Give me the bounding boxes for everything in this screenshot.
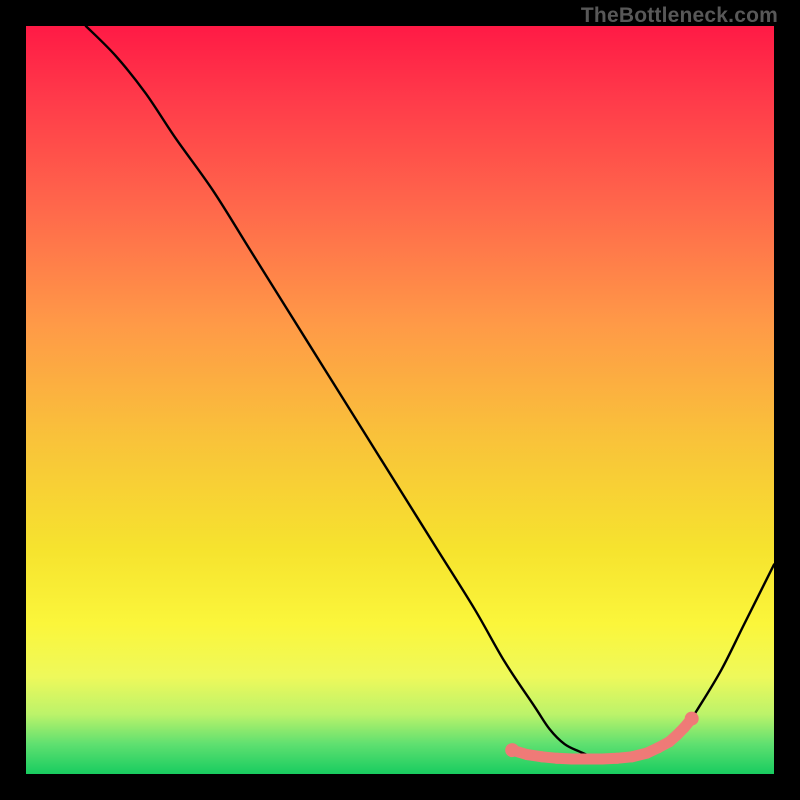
bottleneck-curve bbox=[86, 26, 774, 759]
highlight-dot bbox=[505, 743, 519, 757]
highlight-markers bbox=[505, 712, 699, 765]
highlight-dot bbox=[537, 751, 548, 762]
curve-layer bbox=[26, 26, 774, 774]
highlight-dot bbox=[611, 753, 622, 764]
plot-area bbox=[26, 26, 774, 774]
highlight-dot bbox=[679, 722, 690, 733]
highlight-dot bbox=[522, 749, 533, 760]
highlight-dot bbox=[685, 712, 699, 726]
highlight-dot bbox=[664, 736, 675, 747]
highlight-dot bbox=[597, 754, 608, 765]
attribution-watermark: TheBottleneck.com bbox=[581, 4, 778, 28]
highlight-dot bbox=[671, 730, 682, 741]
highlight-dot bbox=[582, 754, 593, 765]
highlight-dot bbox=[552, 753, 563, 764]
highlight-dot bbox=[626, 751, 637, 762]
highlight-dot bbox=[567, 754, 578, 765]
highlight-dot bbox=[641, 748, 652, 759]
highlight-dot bbox=[653, 742, 664, 753]
highlight-band bbox=[512, 719, 692, 759]
chart-frame: TheBottleneck.com bbox=[0, 0, 800, 800]
